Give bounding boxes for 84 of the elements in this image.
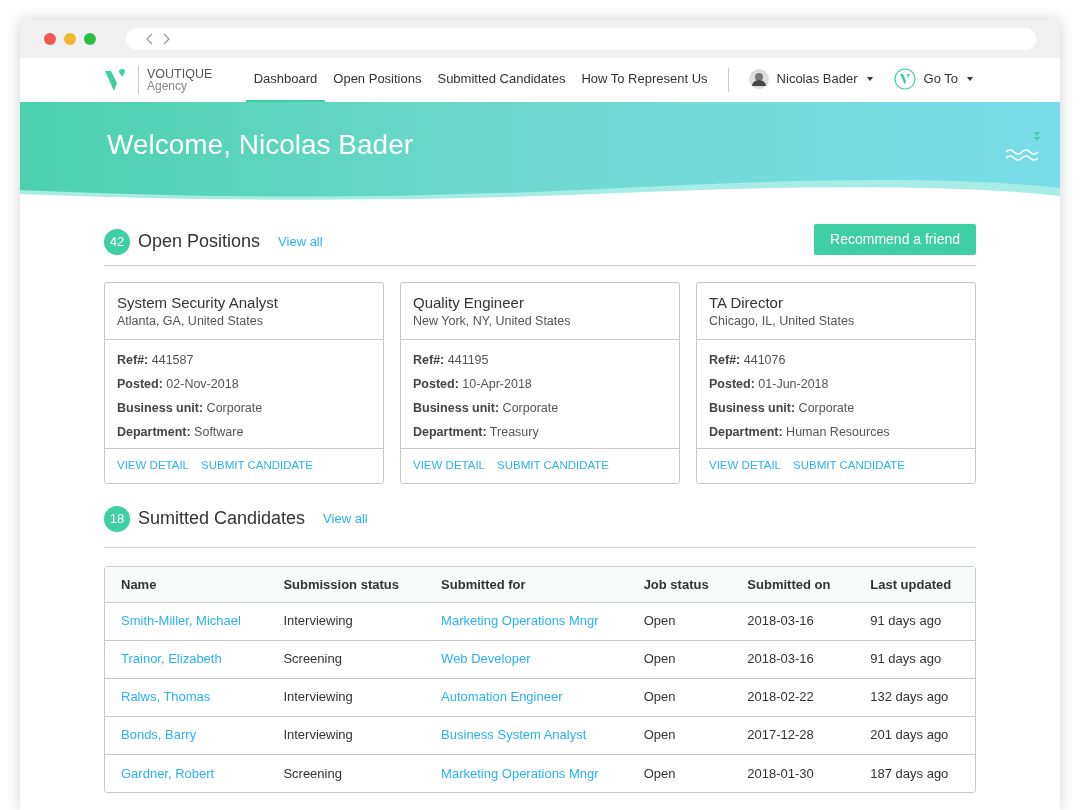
job-location: Chicago, IL, United States <box>709 313 856 330</box>
job-detail: Posted: 02-Nov-2018 <box>117 375 240 393</box>
card-action-link[interactable]: VIEW DETAIL <box>117 456 189 474</box>
wave-icon <box>1004 130 1042 164</box>
table-link[interactable]: Gardner, Robert <box>121 765 215 781</box>
caret-icon <box>966 76 974 82</box>
job-title: Quality Engineer <box>413 293 525 312</box>
table-cell: Interviewing <box>267 678 426 716</box>
table-cell: 187 days ago <box>854 754 975 792</box>
back-forward-icon[interactable] <box>146 33 170 45</box>
nav-tab[interactable]: Submitted Candidates <box>429 58 574 102</box>
table-cell: 201 days ago <box>854 716 975 754</box>
job-location: Atlanta, GA, United States <box>117 313 264 330</box>
card-action-link[interactable]: VIEW DETAIL <box>413 456 485 474</box>
job-detail: Department: Treasury <box>413 423 540 441</box>
table-cell: 2018-03-16 <box>731 640 855 678</box>
table-cell: 2017-12-28 <box>731 716 855 754</box>
table-cell: Interviewing <box>267 716 426 754</box>
window-close-button[interactable] <box>44 33 56 45</box>
table-link[interactable]: Automation Engineer <box>441 689 563 705</box>
job-detail: Posted: 01-Jun-2018 <box>709 375 830 393</box>
brand-name: VOUTIQUE <box>147 67 213 80</box>
section-title: Open Positions <box>138 230 261 253</box>
job-detail: Ref#: 441587 <box>117 351 195 369</box>
avatar-icon <box>748 69 769 89</box>
window-maximize-button[interactable] <box>84 33 96 45</box>
column-header: Last updated <box>854 567 975 602</box>
card-action-link[interactable]: SUBMIT CANDIDATE <box>201 456 314 474</box>
table-link[interactable]: Marketing Operations Mngr <box>441 765 599 781</box>
card-action-link[interactable]: VIEW DETAIL <box>709 456 781 474</box>
job-detail: Ref#: 441076 <box>709 351 787 369</box>
view-all-link[interactable]: View all <box>278 231 323 251</box>
user-menu[interactable]: Nicolas Bader <box>740 58 878 102</box>
card-action-link[interactable]: SUBMIT CANDIDATE <box>793 456 906 474</box>
count-badge: 18 <box>104 506 130 532</box>
table-link[interactable]: Bonds, Barry <box>121 727 197 743</box>
table-cell: 91 days ago <box>854 602 975 640</box>
job-detail: Business unit: Corporate <box>413 399 560 417</box>
table-cell: 2018-03-16 <box>731 602 855 640</box>
table-link[interactable]: Smith-Miller, Michael <box>121 613 241 629</box>
column-header: Submission status <box>267 567 426 602</box>
table-cell: 91 days ago <box>854 640 975 678</box>
job-detail: Posted: 10-Apr-2018 <box>413 375 533 393</box>
caret-icon <box>865 76 874 82</box>
brand-subtitle: Agency <box>147 79 188 93</box>
job-detail: Business unit: Corporate <box>709 399 856 417</box>
job-title: System Security Analyst <box>117 293 279 312</box>
table-link[interactable]: Ralws, Thomas <box>121 689 211 705</box>
column-header: Submitted on <box>731 567 855 602</box>
table-cell: Screening <box>267 754 426 792</box>
job-detail: Department: Software <box>117 423 245 441</box>
table-link[interactable]: Marketing Operations Mngr <box>441 613 599 629</box>
job-detail: Department: Human Resources <box>709 423 891 441</box>
table-cell: Open <box>627 678 732 716</box>
table-link[interactable]: Business System Analyst <box>441 727 587 743</box>
table-cell: 2018-01-30 <box>731 754 855 792</box>
table-cell: Screening <box>267 640 426 678</box>
count-badge: 42 <box>104 229 130 255</box>
nav-tab[interactable]: Open Positions <box>325 58 430 102</box>
welcome-title: Welcome, Nicolas Bader <box>107 128 414 162</box>
table-cell: Interviewing <box>267 602 426 640</box>
column-header: Submitted for <box>425 567 628 602</box>
table-cell: 132 days ago <box>854 678 975 716</box>
table-cell: 2018-02-22 <box>731 678 855 716</box>
table-cell: Open <box>627 716 732 754</box>
job-location: New York, NY, United States <box>413 313 572 330</box>
nav-tab[interactable]: How To Represent Us <box>573 58 716 102</box>
table-cell: Open <box>627 602 732 640</box>
go-to-menu[interactable]: Go To <box>885 58 982 102</box>
table-link[interactable]: Trainor, Elizabeth <box>121 651 222 667</box>
view-all-link[interactable]: View all <box>323 508 368 528</box>
card-action-link[interactable]: SUBMIT CANDIDATE <box>497 456 610 474</box>
column-header: Name <box>105 567 268 602</box>
job-title: TA Director <box>709 293 784 312</box>
window-minimize-button[interactable] <box>64 33 76 45</box>
section-title: Sumitted Candidates <box>138 507 306 530</box>
table-link[interactable]: Web Developer <box>441 651 531 667</box>
table-cell: Open <box>627 754 732 792</box>
recommend-friend-button[interactable]: Recommend a friend <box>814 224 976 255</box>
logo-icon <box>893 68 916 90</box>
column-header: Job status <box>627 567 732 602</box>
job-detail: Business unit: Corporate <box>117 399 264 417</box>
table-cell: Open <box>627 640 732 678</box>
job-detail: Ref#: 441195 <box>413 351 490 369</box>
